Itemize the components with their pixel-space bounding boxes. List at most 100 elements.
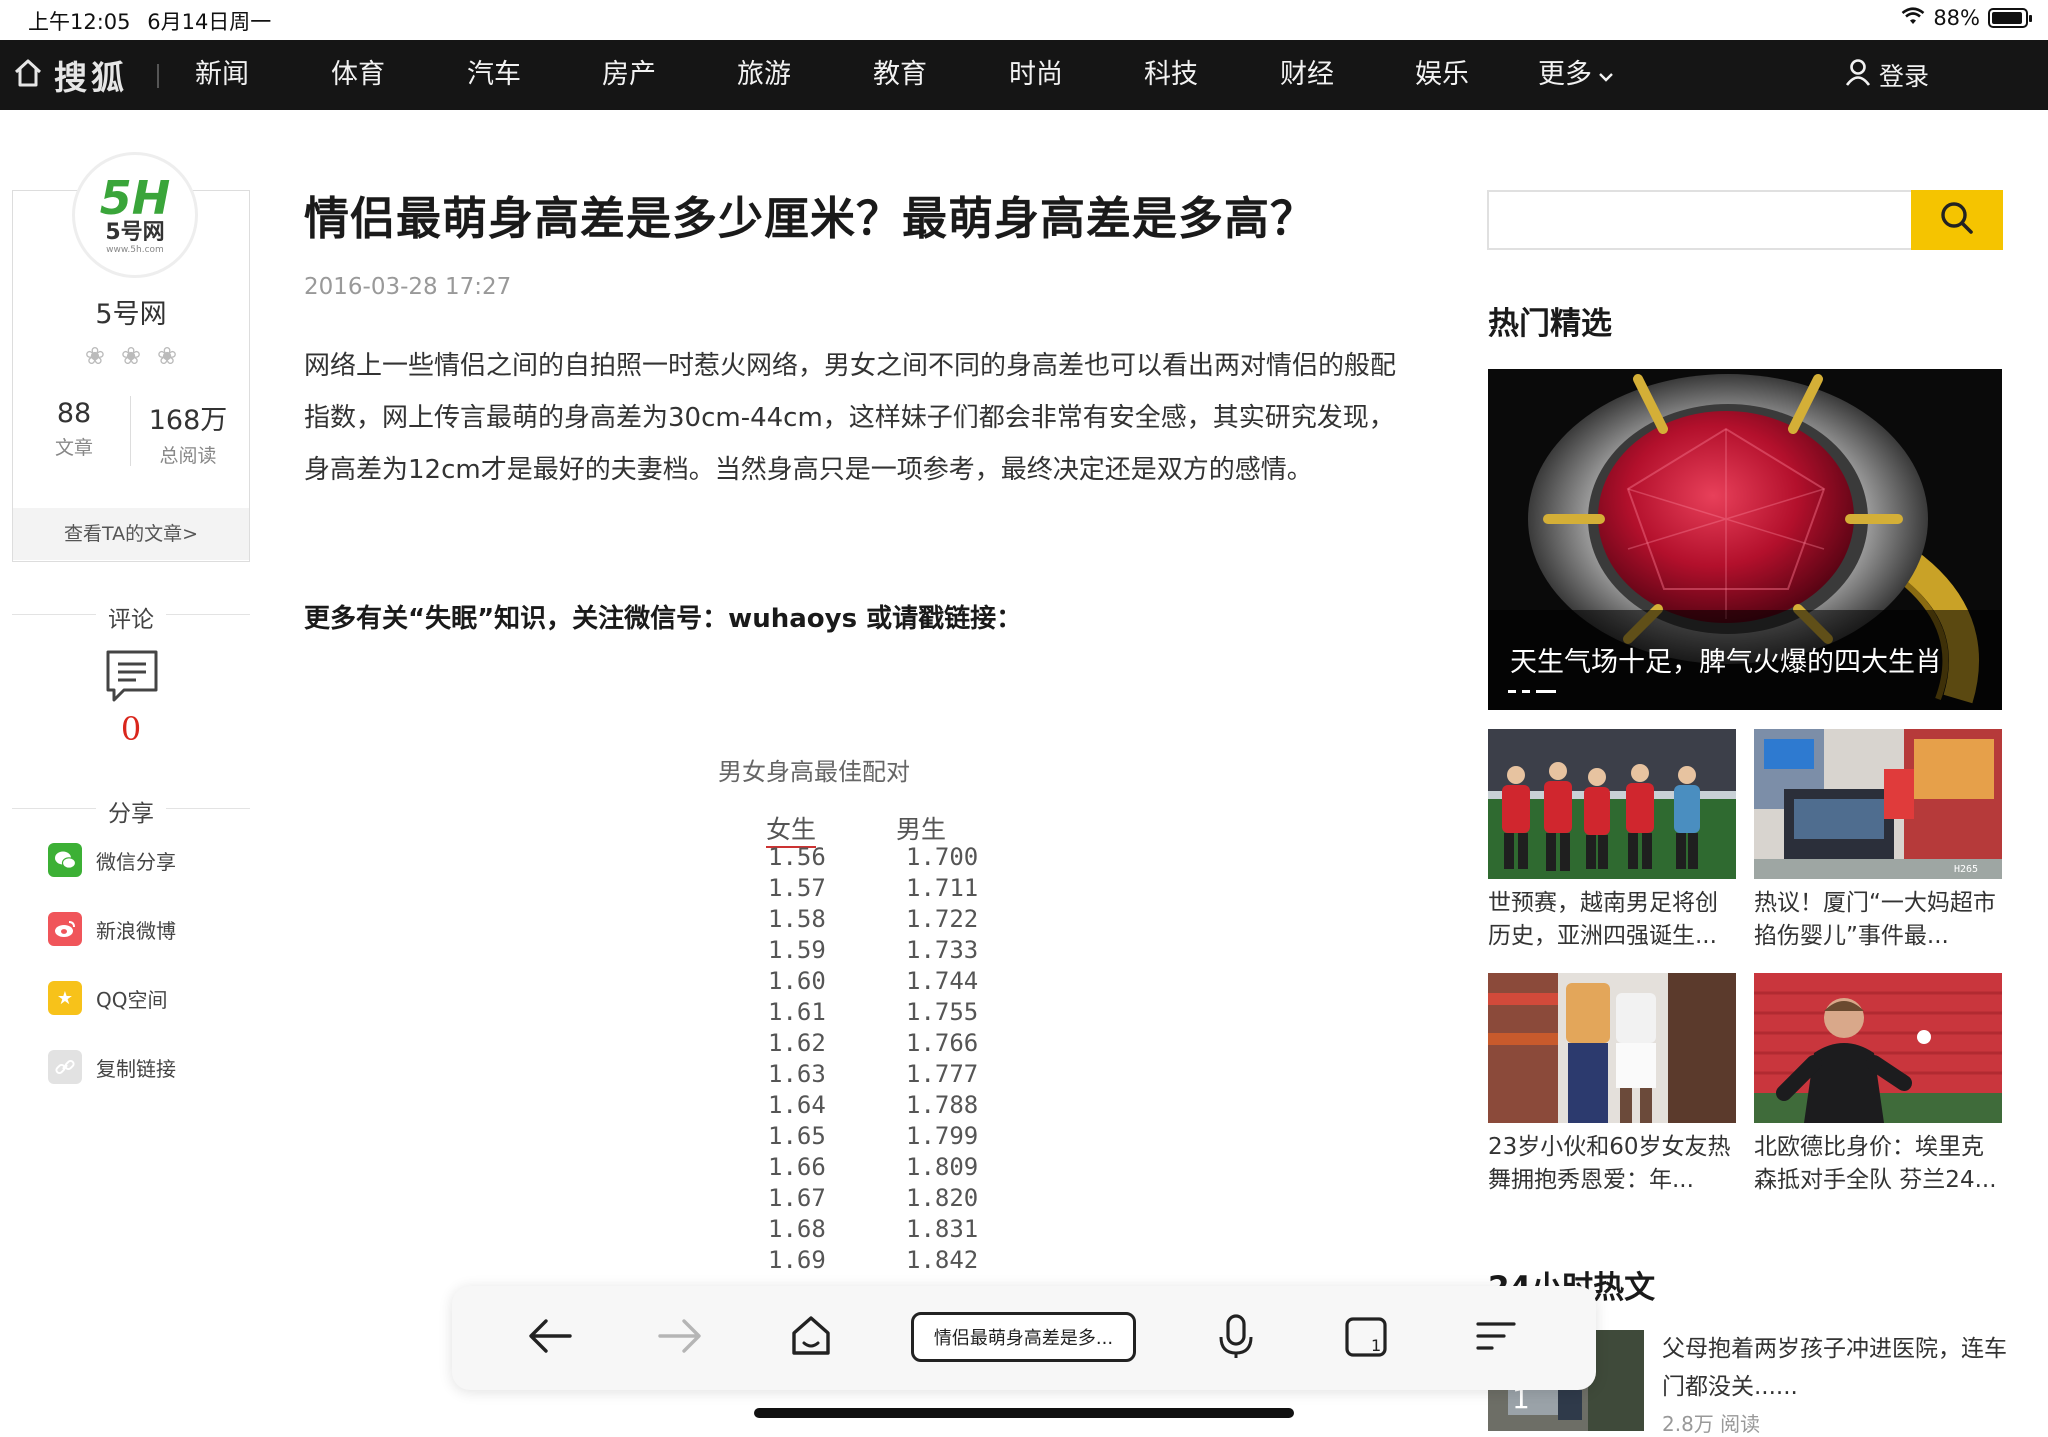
nav-item-finance[interactable]: 财经 [1280, 40, 1334, 110]
article-more-info: 更多有关“失眠”知识，关注微信号：wuhaoys 或请戳链接： [304, 604, 1023, 634]
card-image-player[interactable] [1754, 973, 2002, 1123]
voice-button[interactable] [1204, 1306, 1268, 1370]
share-weibo-label: 新浪微博 [96, 918, 176, 943]
login-label: 登录 [1879, 62, 1930, 91]
carousel-dot-active[interactable] [1536, 690, 1556, 693]
figure-cell-female: 1.61 [768, 998, 826, 1026]
nav-item-more[interactable]: 更多 [1538, 40, 1614, 110]
comment-icon[interactable] [104, 648, 160, 708]
articles-label: 文章 [54, 437, 93, 459]
hot-picks-heading: 热门精选 [1488, 306, 1612, 342]
nav-more-label: 更多 [1538, 59, 1592, 90]
url-bar[interactable]: 情侣最萌身高差是多... [911, 1312, 1136, 1362]
card-image-football[interactable] [1488, 729, 1736, 879]
menu-icon [1474, 1316, 1518, 1360]
hot-24h-title[interactable]: 父母抱着两岁孩子冲进医院，连车门都没关...... [1662, 1330, 2012, 1406]
wifi-icon [1901, 6, 1925, 30]
author-badges: ❀ ❀ ❀ [12, 342, 250, 370]
figure-cell-male: 1.831 [906, 1215, 979, 1243]
nav-item-entertainment[interactable]: 娱乐 [1415, 40, 1469, 110]
figure-cell-female: 1.57 [768, 874, 826, 902]
share-weibo-button[interactable]: 新浪微博 [48, 912, 176, 946]
nav-item-sports[interactable]: 体育 [331, 40, 385, 110]
tabs-button[interactable]: 1 [1335, 1306, 1399, 1370]
figure-cell-male: 1.744 [906, 967, 979, 995]
share-wechat-label: 微信分享 [96, 849, 176, 874]
status-time: 上午12:05 6月14日周一 [28, 6, 271, 36]
figure-cell-male: 1.777 [906, 1060, 979, 1088]
card-title[interactable]: 北欧德比身价：埃里克森抵对手全队 芬兰24... [1754, 1131, 2002, 1197]
author-stat-articles: 88 文章 [30, 398, 118, 460]
arrow-right-icon [656, 1316, 704, 1360]
view-author-articles-link[interactable]: 查看TA的文章> [13, 508, 249, 560]
figure-cell-male: 1.755 [906, 998, 979, 1026]
laurel-badge-icon: ❀ [84, 342, 105, 370]
user-icon [1845, 58, 1871, 92]
card-image-dance[interactable] [1488, 973, 1736, 1123]
comment-count[interactable]: 0 [12, 710, 250, 748]
figure-cell-male: 1.766 [906, 1029, 979, 1057]
nav-item-education[interactable]: 教育 [873, 40, 927, 110]
home-icon [12, 57, 44, 93]
hot-24h-reads: 2.8万 阅读 [1662, 1412, 1761, 1436]
share-qzone-button[interactable]: ★ QQ空间 [48, 981, 167, 1015]
copy-link-button[interactable]: 复制链接 [48, 1050, 176, 1084]
nav-item-fashion[interactable]: 时尚 [1009, 40, 1063, 110]
author-avatar[interactable]: 5H 5号网 www.5h.com [72, 152, 198, 278]
figure-cell-female: 1.63 [768, 1060, 826, 1088]
figure-cell-female: 1.62 [768, 1029, 826, 1057]
avatar-logo-mark: 5H [99, 170, 171, 225]
back-button[interactable] [518, 1306, 582, 1370]
card-title[interactable]: 世预赛，越南男足将创历史，亚洲四强诞生... [1488, 887, 1736, 953]
chevron-down-icon [1598, 40, 1614, 110]
figure-cell-male: 1.799 [906, 1122, 979, 1150]
card-title[interactable]: 23岁小伙和60岁女友热舞拥抱秀恩爱：年... [1488, 1131, 1736, 1197]
nav-item-house[interactable]: 房产 [602, 40, 656, 110]
link-icon [48, 1050, 82, 1084]
search-input[interactable] [1489, 192, 1909, 248]
login-button[interactable]: 登录 [1845, 40, 1929, 110]
comment-heading: 评论 [12, 600, 250, 634]
nav-item-auto[interactable]: 汽车 [467, 40, 521, 110]
card-title[interactable]: 热议！厦门“一大妈超市掐伤婴儿”事件最... [1754, 887, 2002, 953]
qzone-star-icon: ★ [48, 981, 82, 1015]
nav-item-news[interactable]: 新闻 [195, 40, 249, 110]
home-indicator[interactable] [754, 1408, 1294, 1418]
figure-cell-male: 1.722 [906, 905, 979, 933]
search-icon [1937, 198, 1977, 242]
figure-cell-male: 1.711 [906, 874, 979, 902]
article-title: 情侣最萌身高差是多少厘米？最萌身高差是多高？ [304, 192, 1317, 245]
top-nav: 搜狐 新闻 体育 汽车 房产 旅游 教育 时尚 科技 财经 娱乐 更多 登录 [0, 40, 2048, 110]
figure-cell-male: 1.809 [906, 1153, 979, 1181]
figure-header-male: 男生 [896, 815, 947, 844]
share-heading-text: 分享 [96, 801, 166, 827]
card-image-supermarket[interactable]: H265 [1754, 729, 2002, 879]
hero-caption[interactable]: 天生气场十足，脾气火爆的四大生肖 [1510, 640, 1990, 679]
carousel-dot[interactable] [1508, 690, 1516, 693]
figure-cell-female: 1.64 [768, 1091, 826, 1119]
articles-count: 88 [56, 398, 92, 429]
carousel-dot[interactable] [1522, 690, 1530, 693]
author-stat-reads: 168万 总阅读 [138, 398, 238, 468]
sohu-logo[interactable]: 搜狐 [12, 40, 128, 110]
battery-icon [1988, 8, 2032, 28]
share-heading: 分享 [12, 794, 250, 828]
figure-cell-female: 1.60 [768, 967, 826, 995]
nav-item-tech[interactable]: 科技 [1144, 40, 1198, 110]
reads-label: 总阅读 [159, 445, 217, 467]
reads-count: 168万 [148, 405, 228, 436]
weibo-icon [48, 912, 82, 946]
browser-home-button[interactable] [779, 1306, 843, 1370]
figure-cell-female: 1.66 [768, 1153, 826, 1181]
forward-button[interactable] [648, 1306, 712, 1370]
svg-text:1: 1 [1371, 1336, 1381, 1355]
status-time-text: 上午12:05 [28, 10, 131, 34]
share-wechat-button[interactable]: 微信分享 [48, 843, 176, 877]
nav-item-travel[interactable]: 旅游 [737, 40, 791, 110]
author-name[interactable]: 5号网 [12, 292, 250, 331]
avatar-logo-url: www.5h.com [106, 245, 164, 256]
menu-button[interactable] [1464, 1306, 1528, 1370]
article-body: 网络上一些情侣之间的自拍照一时惹火网络，男女之间不同的身高差也可以看出两对情侣的… [304, 351, 1397, 485]
search-button[interactable] [1911, 190, 2003, 250]
figure-cell-female: 1.56 [768, 843, 826, 871]
